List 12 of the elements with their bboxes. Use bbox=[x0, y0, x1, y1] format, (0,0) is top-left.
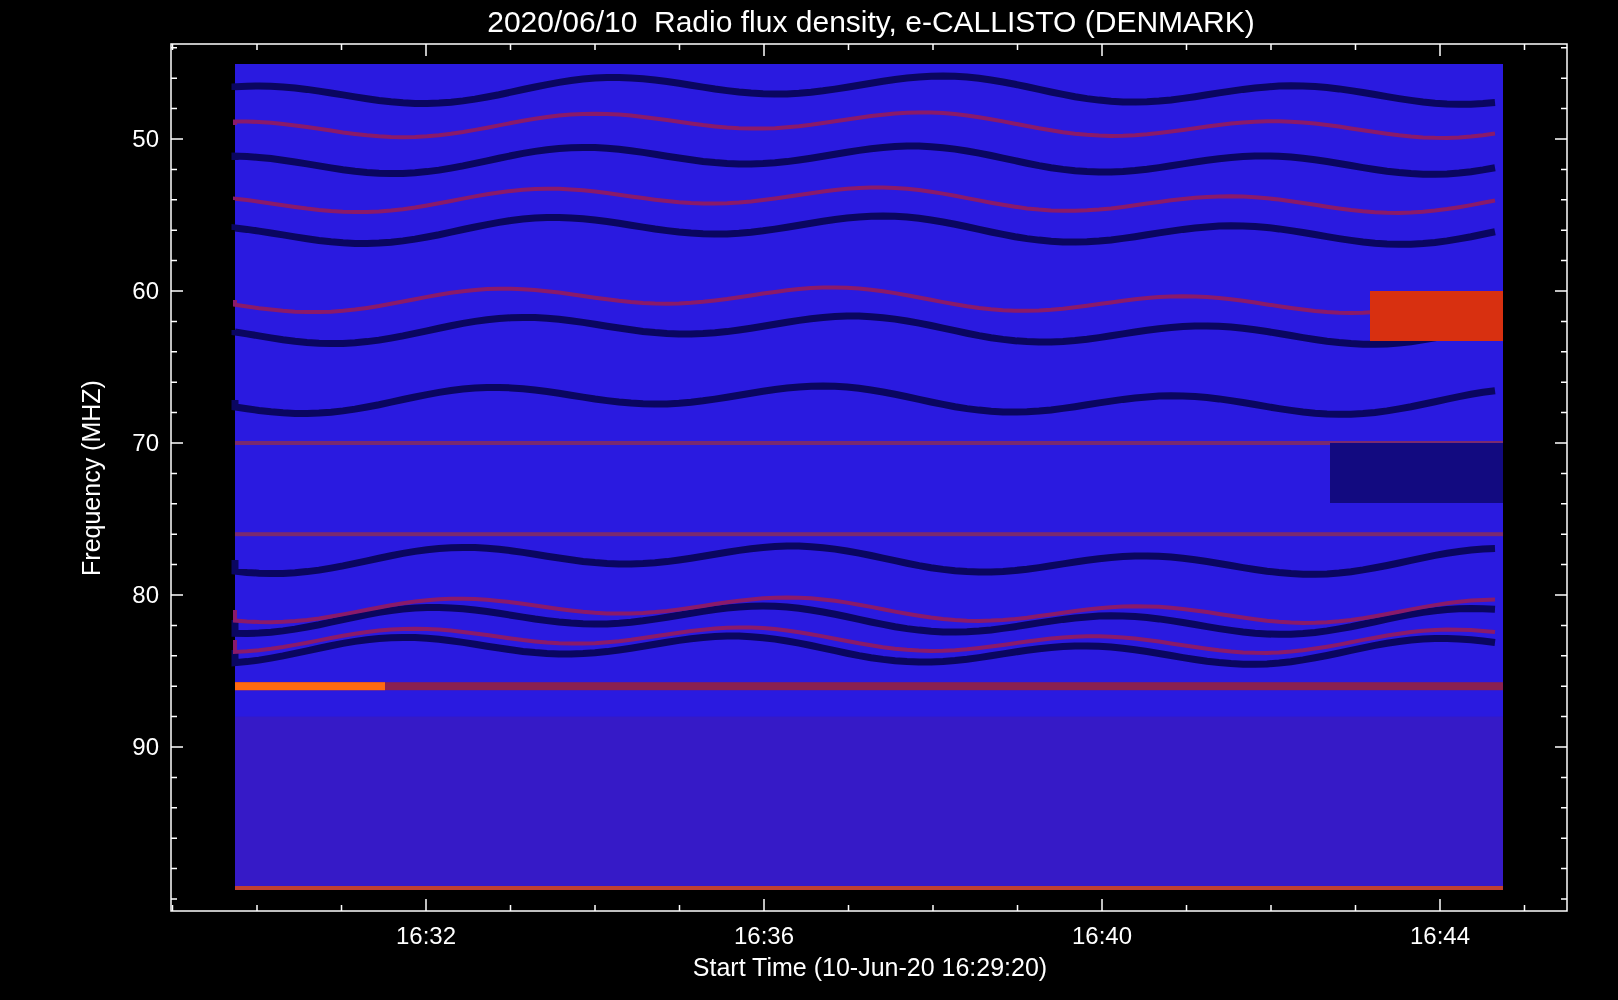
x-tick-label: 16:36 bbox=[733, 922, 795, 949]
y-tick-label: 70 bbox=[132, 429, 159, 456]
x-axis-label: Start Time (10-Jun-20 16:29:20) bbox=[692, 953, 1048, 981]
x-tick-label: 16:32 bbox=[395, 922, 457, 949]
y-axis-label: Frequency (MHZ) bbox=[77, 380, 105, 576]
chart-title: 2020/06/10 Radio flux density, e-CALLISTO (DENMARK) bbox=[487, 5, 1255, 38]
x-tick-label: 16:40 bbox=[1071, 922, 1133, 949]
y-tick-label: 90 bbox=[132, 733, 159, 760]
y-tick-label: 60 bbox=[132, 277, 159, 304]
y-tick-label: 80 bbox=[132, 581, 159, 608]
x-tick-label: 16:44 bbox=[1409, 922, 1471, 949]
y-tick-label: 50 bbox=[132, 125, 159, 152]
